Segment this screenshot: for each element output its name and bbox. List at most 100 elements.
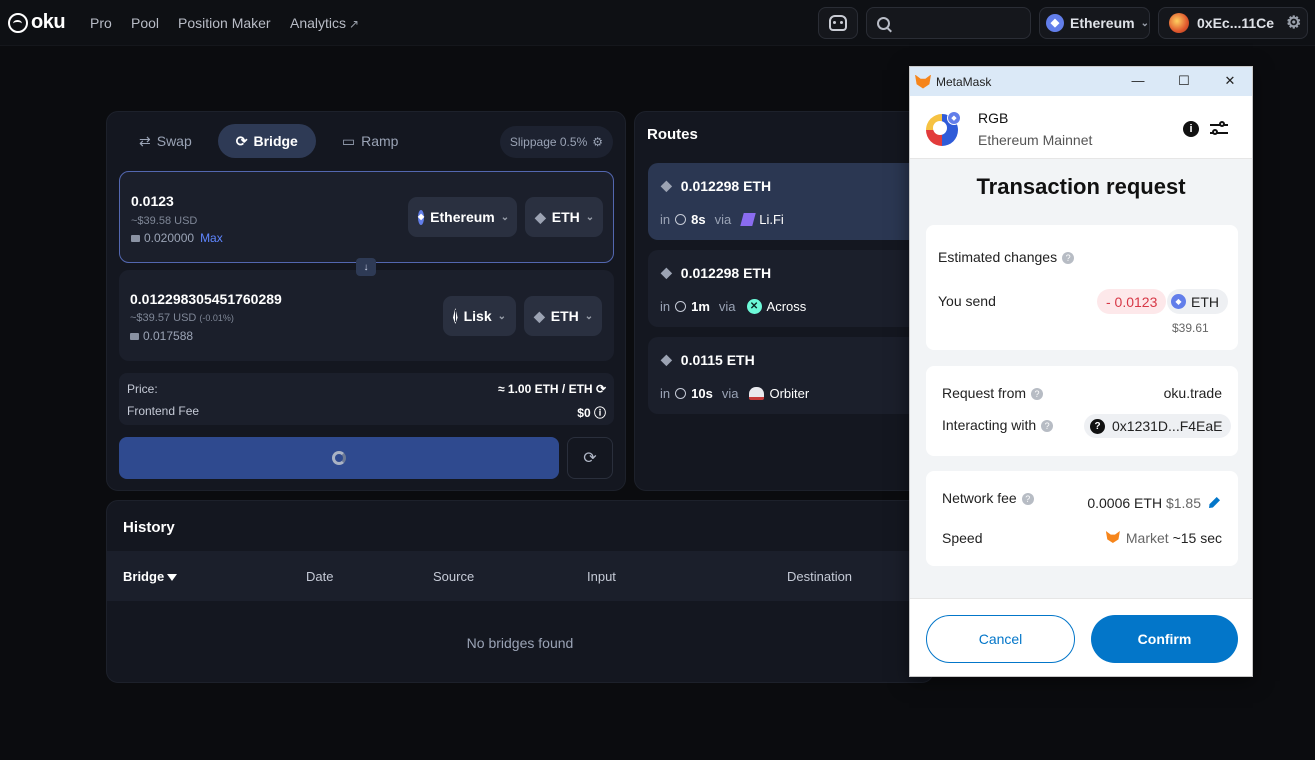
robot-button[interactable] bbox=[818, 7, 858, 39]
eth-token-icon: ◆ bbox=[661, 351, 672, 367]
info-icon[interactable]: i bbox=[1183, 121, 1199, 137]
network-fee-label: Network fee? bbox=[942, 490, 1034, 506]
to-chain-selector[interactable]: Lisk ⌄ bbox=[443, 296, 516, 336]
nav-link-analytics-label: Analytics bbox=[290, 15, 347, 31]
speed-value: Market ~15 sec bbox=[1105, 530, 1222, 546]
question-icon[interactable]: ? bbox=[1041, 420, 1054, 432]
to-output-box: 0.012298305451760289 ~$39.57 USD (-0.01%… bbox=[119, 270, 614, 361]
route-time: 1m bbox=[691, 299, 710, 314]
tab-swap[interactable]: ⇄ Swap bbox=[121, 124, 210, 158]
to-token-selector[interactable]: ◆ ETH ⌄ bbox=[524, 296, 602, 336]
from-usd-value: ~$39.58 USD bbox=[131, 215, 198, 227]
tab-ramp[interactable]: ▭ Ramp bbox=[324, 124, 417, 158]
top-nav: oku Pro Pool Position Maker Analytics ↗ ◆… bbox=[0, 0, 1315, 46]
speed-time: ~15 sec bbox=[1172, 530, 1222, 546]
question-icon[interactable]: ? bbox=[1021, 493, 1034, 505]
edit-pencil-icon[interactable] bbox=[1209, 497, 1220, 508]
network-selector[interactable]: ◆ Ethereum ⌄ bbox=[1039, 7, 1150, 39]
price-value-text: ≈ 1.00 ETH / ETH bbox=[497, 382, 593, 396]
history-panel: History Bridge Date Source Input Destina… bbox=[106, 500, 934, 683]
route-amount: ◆ 0.0115 ETH bbox=[661, 351, 755, 368]
gear-icon: ⚙ bbox=[592, 135, 603, 149]
route-provider: Orbiter bbox=[769, 386, 810, 401]
avatar bbox=[1169, 13, 1189, 33]
max-button[interactable]: Max bbox=[200, 231, 223, 245]
network-name: Ethereum bbox=[1070, 15, 1135, 31]
route-in-label: in bbox=[660, 299, 671, 314]
network-fee-text: Network fee bbox=[942, 490, 1017, 506]
column-input: Input bbox=[587, 569, 616, 584]
fee-label: Frontend Fee bbox=[127, 404, 200, 418]
route-amount: ◆ 0.012298 ETH bbox=[661, 177, 771, 194]
route-time: 10s bbox=[691, 386, 713, 401]
from-token-symbol: ETH bbox=[551, 209, 580, 225]
minimize-icon[interactable]: — bbox=[1131, 73, 1145, 88]
from-input-box[interactable]: 0.0123 ~$39.58 USD 0.020000 Max ◆ Ethere… bbox=[119, 171, 614, 263]
fee-row: Frontend Fee $0 ⓘ bbox=[127, 404, 606, 421]
route-option[interactable]: ◆ 0.012298 ETH in 8s via Li.Fi bbox=[648, 163, 938, 240]
request-from-text: Request from bbox=[942, 385, 1027, 401]
flip-direction-button[interactable]: ↓ bbox=[356, 258, 376, 276]
route-option[interactable]: ◆ 0.012298 ETH in 1m via ✕ Across bbox=[648, 250, 938, 327]
chevron-down-icon: ⌄ bbox=[585, 211, 595, 223]
column-destination: Destination bbox=[787, 569, 853, 584]
from-amount-input[interactable]: 0.0123 bbox=[131, 193, 174, 209]
action-footer: Cancel Confirm bbox=[910, 598, 1252, 676]
oku-logo[interactable]: oku bbox=[8, 11, 66, 34]
slippage-label: Slippage 0.5% bbox=[509, 135, 588, 149]
contract-address: 0x1231D...F4EaE bbox=[1112, 418, 1223, 434]
ethereum-badge-icon: ◆ bbox=[947, 111, 961, 125]
external-link-icon: ↗ bbox=[349, 17, 360, 31]
eth-token-icon: ◆ bbox=[661, 264, 672, 280]
route-amount-text: 0.0115 ETH bbox=[680, 351, 755, 368]
column-bridge-filter[interactable]: Bridge bbox=[123, 569, 178, 584]
refresh-quote-button[interactable]: ⟳ bbox=[567, 437, 613, 479]
ethereum-icon: ◆ bbox=[1046, 14, 1064, 32]
route-time: 8s bbox=[691, 212, 706, 227]
bridge-submit-button[interactable] bbox=[119, 437, 559, 479]
question-icon[interactable]: ? bbox=[1031, 388, 1044, 400]
eth-token-icon: ◆ bbox=[661, 177, 672, 193]
settings-sliders-icon[interactable] bbox=[1210, 121, 1228, 137]
tab-bridge[interactable]: ⟳ Bridge bbox=[217, 124, 316, 158]
gear-icon[interactable]: ⚙ bbox=[1286, 13, 1301, 33]
nav-link-pro[interactable]: Pro bbox=[90, 15, 112, 31]
window-title: MetaMask bbox=[936, 74, 992, 89]
route-via-label: via bbox=[718, 299, 736, 314]
nav-link-analytics[interactable]: Analytics ↗ bbox=[290, 15, 359, 31]
wallet-button[interactable]: 0xEc...11Ce ⚙ bbox=[1158, 7, 1308, 39]
route-via-label: via bbox=[721, 386, 739, 401]
contract-address-badge[interactable]: ? 0x1231D...F4EaE bbox=[1084, 414, 1231, 438]
route-via-label: via bbox=[714, 212, 732, 227]
from-token-selector[interactable]: ◆ ETH ⌄ bbox=[525, 197, 603, 237]
arrow-down-icon: ↓ bbox=[363, 261, 369, 273]
history-title: History bbox=[123, 519, 175, 536]
to-chain-name: Lisk bbox=[463, 308, 492, 324]
question-icon[interactable]: ? bbox=[1062, 252, 1075, 264]
route-option[interactable]: ◆ 0.0115 ETH in 10s via Orbiter bbox=[648, 337, 938, 414]
nav-link-pool[interactable]: Pool bbox=[131, 15, 159, 31]
send-amount-badge: - 0.0123 bbox=[1097, 289, 1167, 314]
confirm-button[interactable]: Confirm bbox=[1091, 615, 1238, 663]
route-amount-text: 0.012298 ETH bbox=[680, 177, 772, 194]
network-fee-usd: $1.85 bbox=[1165, 495, 1201, 511]
from-chain-selector[interactable]: ◆ Ethereum ⌄ bbox=[408, 197, 517, 237]
slippage-button[interactable]: Slippage 0.5% ⚙ bbox=[499, 126, 613, 158]
price-label: Price: bbox=[127, 382, 158, 396]
robot-icon bbox=[829, 15, 847, 31]
refresh-icon[interactable]: ⟳ bbox=[596, 382, 606, 396]
nav-link-position-maker[interactable]: Position Maker bbox=[178, 15, 271, 31]
cash-icon: ▭ bbox=[341, 132, 356, 149]
column-source: Source bbox=[433, 569, 475, 584]
wallet-icon bbox=[130, 332, 139, 340]
site-name: RGB bbox=[978, 110, 1009, 126]
search-input[interactable] bbox=[866, 7, 1031, 39]
orbiter-icon bbox=[749, 387, 765, 400]
tab-bridge-label: Bridge bbox=[253, 133, 298, 149]
unknown-contract-icon: ? bbox=[1090, 418, 1105, 434]
maximize-icon[interactable]: ☐ bbox=[1177, 73, 1191, 89]
logo-text: oku bbox=[31, 11, 66, 33]
close-icon[interactable]: ✕ bbox=[1223, 73, 1237, 89]
search-icon bbox=[877, 16, 890, 30]
cancel-button[interactable]: Cancel bbox=[926, 615, 1075, 663]
